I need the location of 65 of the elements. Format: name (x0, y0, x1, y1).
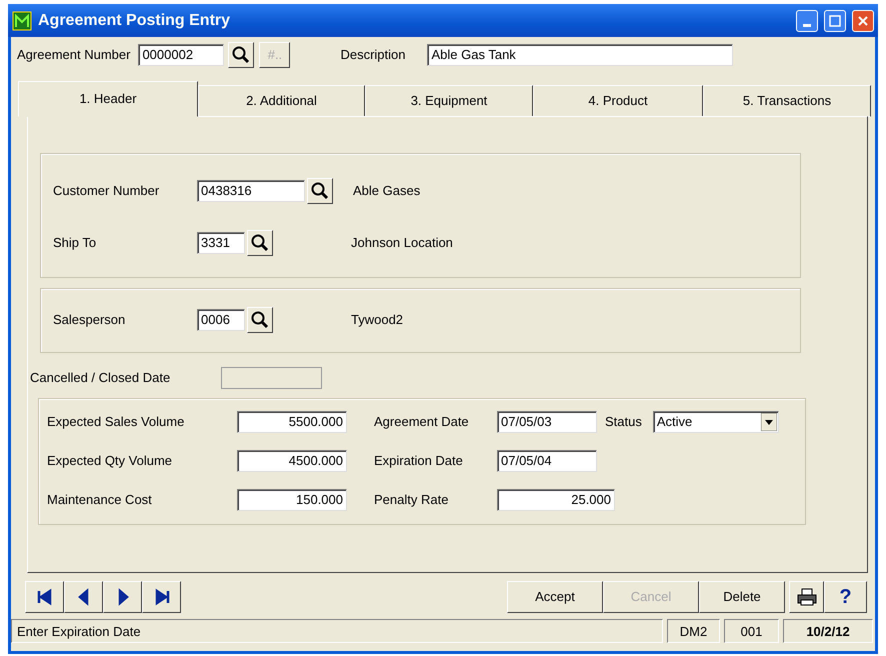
code-field[interactable]: 3331 (197, 232, 245, 254)
name-text: Able Gases (353, 182, 420, 200)
search-button[interactable] (307, 178, 333, 204)
selected-value: Active (656, 413, 694, 431)
skip-first-icon (36, 588, 54, 606)
close-icon (857, 15, 869, 28)
print-button[interactable] (789, 581, 824, 613)
field-label: Status (605, 413, 642, 432)
tab[interactable]: 4. Product (533, 85, 703, 117)
first-record-button[interactable] (25, 581, 64, 613)
code-field[interactable]: 0438316 (197, 180, 305, 202)
field-label: Ship To (53, 234, 98, 252)
tab[interactable]: 3. Equipment (365, 85, 533, 117)
date-field[interactable]: 07/05/03 (497, 411, 597, 433)
field-label: Description (340, 46, 406, 64)
amount-field[interactable]: 5500.000 (237, 411, 347, 433)
search-icon (231, 45, 252, 65)
field-label: Customer Number (53, 182, 160, 200)
status-panel: 10/2/12 (783, 619, 873, 643)
status-dropdown[interactable]: Active (652, 411, 779, 433)
tab[interactable]: 2. Additional (198, 85, 365, 117)
description-field[interactable]: Able Gas Tank (427, 44, 734, 66)
date-field[interactable]: 07/05/04 (497, 450, 597, 472)
minimize-button[interactable] (796, 10, 818, 32)
field-label: Maintenance Cost (47, 491, 153, 510)
maximize-icon (829, 15, 841, 28)
window-title: Agreement Posting Entry (38, 10, 230, 30)
field-label: Penalty Rate (374, 491, 450, 510)
field-label: Agreement Date (374, 413, 470, 432)
search-button[interactable] (247, 230, 273, 256)
amount-field[interactable]: 150.000 (237, 489, 347, 511)
search-icon (250, 233, 270, 253)
field-label: Cancelled / Closed Date (30, 369, 172, 388)
previous-record-button[interactable] (64, 581, 103, 613)
name-text: Tywood2 (351, 311, 404, 330)
dropdown-arrow-icon[interactable] (760, 413, 777, 431)
name-text: Johnson Location (351, 234, 453, 252)
status-message: Enter Expiration Date (11, 619, 663, 643)
status-panel: 001 (724, 619, 779, 643)
search-button[interactable] (247, 307, 273, 333)
amount-field[interactable]: 4500.000 (237, 450, 347, 472)
printer-icon (796, 588, 816, 606)
maximize-button[interactable] (824, 10, 846, 32)
agreement-number-field[interactable]: 0000002 (138, 44, 224, 66)
minimize-icon (803, 24, 811, 27)
action-button[interactable]: Delete (699, 581, 785, 613)
status-panel: DM2 (667, 619, 720, 643)
close-button[interactable] (852, 10, 874, 32)
next-record-button[interactable] (103, 581, 142, 613)
help-button[interactable]: ? (824, 581, 867, 613)
app-icon (12, 10, 32, 31)
search-button[interactable] (228, 42, 254, 68)
tab[interactable]: 1. Header (18, 81, 198, 117)
tab[interactable]: 5. Transactions (703, 85, 871, 117)
field-label: Expected Sales Volume (47, 413, 186, 432)
field-label: Agreement Number (17, 46, 130, 64)
rate-field[interactable]: 25.000 (497, 489, 615, 511)
field-label: Expiration Date (374, 452, 464, 470)
search-icon (250, 310, 270, 330)
field-label: Expected Qty Volume (47, 452, 174, 470)
action-button[interactable]: Accept (507, 581, 603, 613)
code-field[interactable]: 0006 (197, 309, 245, 331)
search-icon (310, 181, 330, 201)
field-label: Salesperson (53, 311, 126, 330)
last-record-button[interactable] (142, 581, 181, 613)
